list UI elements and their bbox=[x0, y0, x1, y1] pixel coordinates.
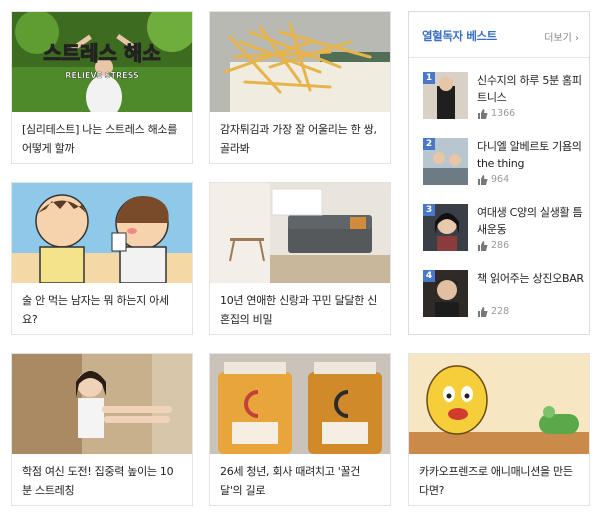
ranking-title[interactable]: 다니엘 알베르토 기욤의 the thing bbox=[477, 138, 585, 172]
card-thumbnail[interactable]: 스트레스 해소 RELIEVE STRESS bbox=[12, 12, 192, 112]
ranking-thumbnail[interactable]: 3 bbox=[423, 204, 468, 251]
rank-badge: 3 bbox=[423, 204, 435, 216]
ranking-thumbnail[interactable]: 2 bbox=[423, 138, 468, 185]
content-card[interactable]: 감자튀김과 가장 잘 어울리는 한 쌍, 골라봐 bbox=[209, 11, 391, 164]
card-title[interactable]: 감자튀김과 가장 잘 어울리는 한 쌍, 골라봐 bbox=[210, 112, 390, 163]
content-card[interactable]: 스트레스 해소 RELIEVE STRESS [심리테스트] 나는 스트레스 해… bbox=[11, 11, 193, 164]
like-count: 228 bbox=[477, 306, 509, 317]
ranking-item[interactable]: 1 신수지의 하루 5분 홈피트니스 1366 bbox=[423, 72, 583, 124]
like-icon bbox=[478, 306, 488, 317]
card-title[interactable]: 학점 여신 도전! 집중력 높이는 10분 스트레칭 bbox=[12, 454, 192, 505]
card-title[interactable]: [심리테스트] 나는 스트레스 해소를 어떻게 할까 bbox=[12, 112, 192, 163]
card-thumbnail[interactable] bbox=[12, 354, 192, 454]
thumb-headline: 스트레스 해소 bbox=[43, 41, 160, 65]
content-card[interactable]: 술 안 먹는 남자는 뭐 하는지 아세요? bbox=[11, 182, 193, 335]
like-count-value: 286 bbox=[491, 240, 510, 251]
best-readers-panel: 열혈독자 베스트 더보기 › 1 신수지의 하루 5분 홈피트니스 1366 2… bbox=[408, 11, 590, 335]
card-thumbnail[interactable] bbox=[12, 183, 192, 283]
like-count: 1366 bbox=[477, 108, 515, 119]
like-count-value: 964 bbox=[491, 174, 510, 185]
rank-badge: 4 bbox=[423, 270, 435, 282]
ranking-item[interactable]: 4 책 읽어주는 상진오BAR 228 bbox=[423, 270, 585, 322]
thumb-subline: RELIEVE STRESS bbox=[65, 71, 139, 80]
rank-badge: 2 bbox=[423, 138, 435, 150]
ranking-item[interactable]: 2 다니엘 알베르토 기욤의 the thing 964 bbox=[423, 138, 583, 190]
content-card[interactable]: 26세 청년, 회사 때려치고 '꿀건달'의 길로 bbox=[209, 353, 391, 506]
card-thumbnail[interactable] bbox=[210, 354, 390, 454]
ranking-item[interactable]: 3 여대생 C양의 실생활 틈새운동 286 bbox=[423, 204, 583, 256]
card-thumbnail[interactable] bbox=[210, 12, 390, 112]
card-thumbnail[interactable] bbox=[409, 354, 589, 454]
like-count: 964 bbox=[477, 174, 509, 185]
like-count-value: 1366 bbox=[491, 108, 516, 119]
card-title[interactable]: 카카오프렌즈로 애니매니션을 만든다면? bbox=[409, 454, 589, 505]
ranking-title[interactable]: 신수지의 하루 5분 홈피트니스 bbox=[477, 72, 585, 106]
ranking-thumbnail[interactable]: 4 bbox=[423, 270, 468, 317]
content-card[interactable]: 10년 연애한 신랑과 꾸민 달달한 신혼집의 비밀 bbox=[209, 182, 391, 335]
panel-title: 열혈독자 베스트 bbox=[422, 29, 497, 43]
card-title[interactable]: 술 안 먹는 남자는 뭐 하는지 아세요? bbox=[12, 283, 192, 334]
more-link[interactable]: 더보기 › bbox=[544, 29, 579, 44]
like-icon bbox=[478, 174, 488, 185]
rank-badge: 1 bbox=[423, 72, 435, 84]
card-title[interactable]: 10년 연애한 신랑과 꾸민 달달한 신혼집의 비밀 bbox=[210, 283, 390, 334]
ranking-title[interactable]: 여대생 C양의 실생활 틈새운동 bbox=[477, 204, 585, 238]
ranking-thumbnail[interactable]: 1 bbox=[423, 72, 468, 119]
ranking-title[interactable]: 책 읽어주는 상진오BAR bbox=[477, 270, 585, 287]
content-card[interactable]: 학점 여신 도전! 집중력 높이는 10분 스트레칭 bbox=[11, 353, 193, 506]
like-count: 286 bbox=[477, 240, 509, 251]
card-thumbnail[interactable] bbox=[210, 183, 390, 283]
card-title[interactable]: 26세 청년, 회사 때려치고 '꿀건달'의 길로 bbox=[210, 454, 390, 505]
like-icon bbox=[478, 108, 488, 119]
content-card[interactable]: 카카오프렌즈로 애니매니션을 만든다면? bbox=[408, 353, 590, 506]
like-icon bbox=[478, 240, 488, 251]
like-count-value: 228 bbox=[491, 306, 510, 317]
panel-header: 열혈독자 베스트 더보기 › bbox=[409, 12, 589, 58]
